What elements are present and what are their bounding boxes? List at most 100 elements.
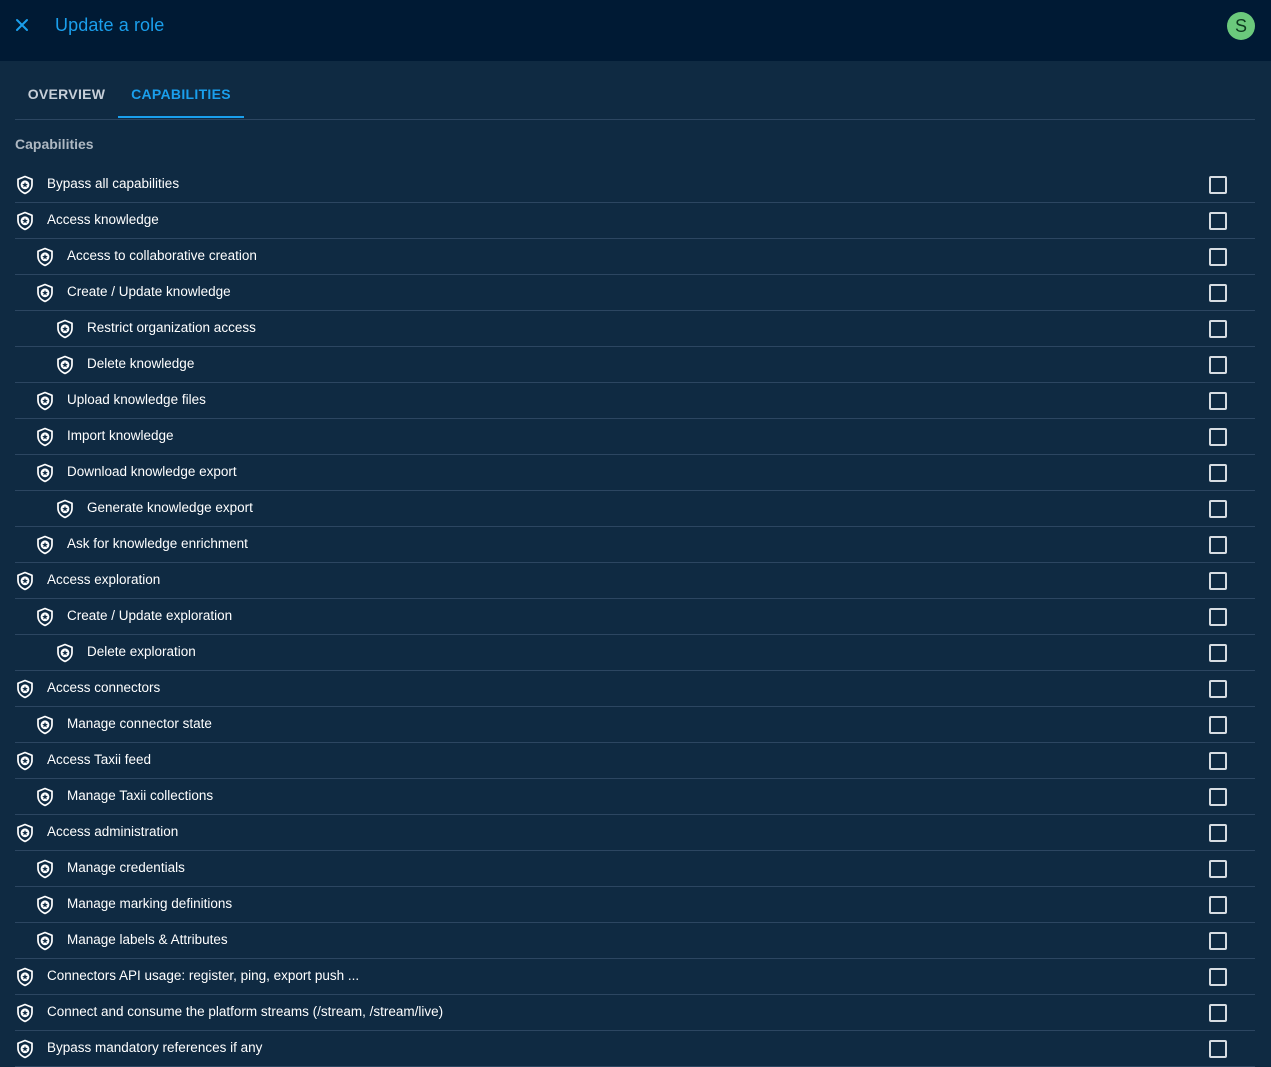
- capability-checkbox[interactable]: [1209, 464, 1227, 482]
- capability-checkbox[interactable]: [1209, 752, 1227, 770]
- capability-label: Access knowledge: [47, 212, 159, 227]
- page-title: Update a role: [55, 15, 165, 35]
- capability-row: Bypass mandatory references if any: [15, 1031, 1255, 1067]
- capability-label: Access to collaborative creation: [67, 248, 257, 263]
- capability-checkbox[interactable]: [1209, 644, 1227, 662]
- capability-row: Connect and consume the platform streams…: [15, 995, 1255, 1031]
- avatar[interactable]: S: [1227, 12, 1255, 40]
- shield-star-icon: [35, 931, 55, 951]
- shield-star-icon: [35, 283, 55, 303]
- capability-row: Manage credentials: [15, 851, 1255, 887]
- shield-star-icon: [55, 355, 75, 375]
- shield-star-icon: [35, 427, 55, 447]
- tab-overview[interactable]: OVERVIEW: [15, 70, 118, 118]
- capability-checkbox[interactable]: [1209, 320, 1227, 338]
- capability-label: Bypass all capabilities: [47, 176, 180, 191]
- capability-row: Delete exploration: [15, 635, 1255, 671]
- top-bar: Update a role S: [0, 0, 1271, 61]
- capability-row: Create / Update knowledge: [15, 275, 1255, 311]
- capability-checkbox[interactable]: [1209, 536, 1227, 554]
- capability-checkbox[interactable]: [1209, 716, 1227, 734]
- capability-label: Manage connector state: [67, 716, 212, 731]
- tab-bar: OVERVIEW CAPABILITIES: [15, 70, 1255, 120]
- capability-checkbox[interactable]: [1209, 1040, 1227, 1058]
- capability-row: Import knowledge: [15, 419, 1255, 455]
- shield-star-icon: [15, 571, 35, 591]
- shield-star-icon: [55, 499, 75, 519]
- capability-label: Bypass mandatory references if any: [47, 1040, 263, 1055]
- capability-row: Access exploration: [15, 563, 1255, 599]
- shield-star-icon: [35, 535, 55, 555]
- capability-label: Create / Update knowledge: [67, 284, 231, 299]
- capability-label: Generate knowledge export: [87, 500, 253, 515]
- shield-star-icon: [55, 643, 75, 663]
- capability-row: Access knowledge: [15, 203, 1255, 239]
- capability-row: Generate knowledge export: [15, 491, 1255, 527]
- capability-checkbox[interactable]: [1209, 284, 1227, 302]
- capability-row: Access to collaborative creation: [15, 239, 1255, 275]
- capability-label: Manage marking definitions: [67, 896, 233, 911]
- capability-label: Access administration: [47, 824, 179, 839]
- capability-row: Restrict organization access: [15, 311, 1255, 347]
- capability-row: Connectors API usage: register, ping, ex…: [15, 959, 1255, 995]
- capability-row: Bypass all capabilities: [15, 167, 1255, 203]
- capability-checkbox[interactable]: [1209, 500, 1227, 518]
- shield-star-icon: [35, 859, 55, 879]
- capability-checkbox[interactable]: [1209, 932, 1227, 950]
- shield-star-icon: [35, 895, 55, 915]
- shield-star-icon: [15, 175, 35, 195]
- shield-star-icon: [15, 1039, 35, 1059]
- tab-capabilities[interactable]: CAPABILITIES: [118, 70, 244, 118]
- capability-row: Access administration: [15, 815, 1255, 851]
- capability-label: Import knowledge: [67, 428, 174, 443]
- capability-label: Ask for knowledge enrichment: [67, 536, 248, 551]
- capabilities-list: Bypass all capabilities Access knowledge A…: [15, 167, 1255, 1067]
- capability-row: Create / Update exploration: [15, 599, 1255, 635]
- capability-checkbox[interactable]: [1209, 608, 1227, 626]
- capability-checkbox[interactable]: [1209, 896, 1227, 914]
- shield-star-icon: [15, 1003, 35, 1023]
- shield-star-icon: [35, 247, 55, 267]
- capability-checkbox[interactable]: [1209, 428, 1227, 446]
- capability-label: Access connectors: [47, 680, 161, 695]
- shield-star-icon: [15, 679, 35, 699]
- capability-row: Access Taxii feed: [15, 743, 1255, 779]
- capability-row: Download knowledge export: [15, 455, 1255, 491]
- active-tab-indicator: [118, 116, 244, 118]
- shield-star-icon: [35, 787, 55, 807]
- capability-row: Manage labels & Attributes: [15, 923, 1255, 959]
- capability-label: Connect and consume the platform streams…: [47, 1004, 444, 1019]
- shield-star-icon: [15, 967, 35, 987]
- capabilities-section-title: Capabilities: [15, 136, 94, 152]
- capability-checkbox[interactable]: [1209, 356, 1227, 374]
- shield-star-icon: [15, 751, 35, 771]
- capability-checkbox[interactable]: [1209, 572, 1227, 590]
- capability-checkbox[interactable]: [1209, 680, 1227, 698]
- capability-checkbox[interactable]: [1209, 392, 1227, 410]
- capability-row: Ask for knowledge enrichment: [15, 527, 1255, 563]
- capability-label: Connectors API usage: register, ping, ex…: [47, 968, 360, 983]
- shield-star-icon: [35, 391, 55, 411]
- capability-label: Create / Update exploration: [67, 608, 233, 623]
- close-icon[interactable]: [11, 14, 33, 36]
- capability-label: Restrict organization access: [87, 320, 256, 335]
- capability-checkbox[interactable]: [1209, 248, 1227, 266]
- capability-row: Manage connector state: [15, 707, 1255, 743]
- capability-checkbox[interactable]: [1209, 824, 1227, 842]
- capability-checkbox[interactable]: [1209, 788, 1227, 806]
- capability-label: Manage credentials: [67, 860, 185, 875]
- capability-checkbox[interactable]: [1209, 212, 1227, 230]
- shield-star-icon: [35, 607, 55, 627]
- capability-label: Delete exploration: [87, 644, 196, 659]
- capability-label: Download knowledge export: [67, 464, 237, 479]
- capability-label: Delete knowledge: [87, 356, 195, 371]
- capability-row: Upload knowledge files: [15, 383, 1255, 419]
- capability-checkbox[interactable]: [1209, 176, 1227, 194]
- capability-checkbox[interactable]: [1209, 860, 1227, 878]
- capability-checkbox[interactable]: [1209, 968, 1227, 986]
- capability-row: Manage marking definitions: [15, 887, 1255, 923]
- capability-row: Access connectors: [15, 671, 1255, 707]
- shield-star-icon: [15, 211, 35, 231]
- capability-row: Manage Taxii collections: [15, 779, 1255, 815]
- capability-checkbox[interactable]: [1209, 1004, 1227, 1022]
